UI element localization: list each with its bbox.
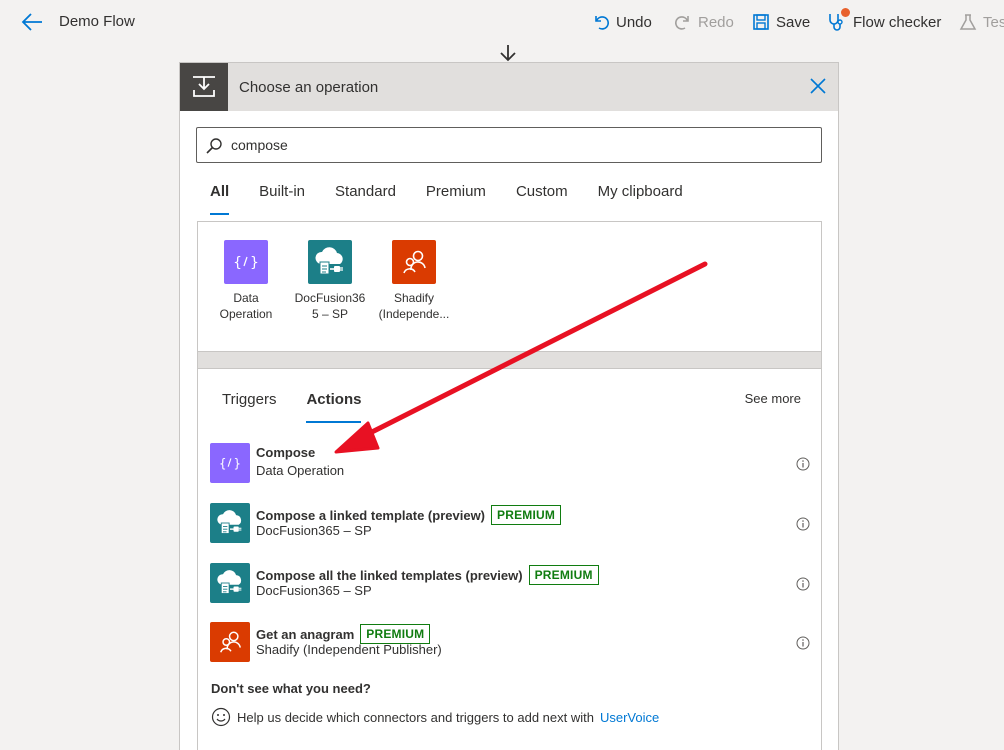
tab-premium[interactable]: Premium	[426, 183, 486, 215]
see-more-link[interactable]: See more	[745, 391, 801, 406]
undo-icon	[595, 16, 609, 30]
flask-icon	[959, 14, 977, 30]
cloud-plug-icon	[210, 503, 250, 543]
action-connector: DocFusion365 – SP	[256, 583, 372, 598]
action-name: Get an anagram	[256, 626, 355, 642]
action-item[interactable]: Compose all the linked templates (previe…	[210, 563, 810, 607]
people-icon	[210, 622, 250, 662]
data-operation-icon: { }	[224, 240, 268, 284]
cloud-plug-icon	[308, 240, 352, 284]
info-icon[interactable]	[796, 636, 810, 650]
collapse-bar[interactable]	[197, 351, 822, 369]
people-icon	[392, 240, 436, 284]
tab-triggers[interactable]: Triggers	[222, 391, 276, 423]
flow-checker-label: Flow checker	[853, 13, 942, 31]
command-bar: Demo Flow Undo Redo Save Flow checker Te…	[0, 0, 1004, 44]
connector-tabs: All Built-in Standard Premium Custom My …	[210, 183, 713, 215]
search-input[interactable]	[231, 134, 811, 156]
tab-standard[interactable]: Standard	[335, 183, 396, 215]
undo-button[interactable]: Undo	[592, 10, 652, 34]
connector-label-line1: Data	[233, 291, 259, 305]
undo-label: Undo	[616, 13, 652, 31]
connector-list: { } Data Operation DocFusion36 5 – SP Sh…	[197, 221, 822, 371]
smiley-icon	[211, 707, 231, 727]
connector-shadify[interactable]: Shadify (Independe...	[372, 240, 456, 322]
actions-section: Triggers Actions See more { } Compose Da…	[197, 369, 822, 750]
save-icon	[753, 14, 769, 30]
connector-label-line1: Shadify	[393, 291, 435, 305]
save-button[interactable]: Save	[752, 10, 810, 34]
action-connector: Shadify (Independent Publisher)	[256, 642, 442, 657]
tab-custom[interactable]: Custom	[516, 183, 568, 215]
panel-header: Choose an operation	[180, 63, 838, 111]
tab-all[interactable]: All	[210, 183, 230, 215]
help-text: Help us decide which connectors and trig…	[211, 707, 659, 727]
action-connector: Data Operation	[256, 463, 345, 478]
uservoice-link[interactable]: UserVoice	[600, 710, 659, 725]
tab-built-in[interactable]: Built-in	[259, 183, 305, 215]
help-message: Help us decide which connectors and trig…	[237, 709, 594, 725]
data-operation-icon: { }	[210, 443, 250, 483]
action-name: Compose	[256, 445, 316, 460]
action-connector: DocFusion365 – SP	[256, 523, 372, 538]
connector-label-line1: DocFusion36	[294, 291, 366, 305]
connector-data-operation[interactable]: { } Data Operation	[204, 240, 288, 322]
action-item[interactable]: { } Compose Data Operation	[210, 443, 810, 487]
test-label: Test	[983, 13, 1004, 31]
flow-title: Demo Flow	[59, 13, 135, 30]
test-button[interactable]: Test	[959, 10, 1004, 34]
connector-docfusion[interactable]: DocFusion36 5 – SP	[288, 240, 372, 322]
connector-label-line2: Operation	[219, 307, 273, 321]
arrow-down-icon	[500, 45, 516, 62]
connector-label-line2: (Independe...	[378, 307, 450, 321]
action-name: Compose a linked template (preview)	[256, 507, 486, 523]
choose-operation-panel: Choose an operation All Built-in Standar…	[179, 62, 839, 750]
redo-icon	[675, 16, 689, 30]
panel-title: Choose an operation	[239, 79, 379, 96]
help-title: Don't see what you need?	[211, 681, 371, 696]
info-icon[interactable]	[796, 577, 810, 591]
notification-dot	[841, 8, 850, 17]
redo-button[interactable]: Redo	[674, 10, 734, 34]
flow-checker-button[interactable]: Flow checker	[827, 8, 942, 34]
redo-label: Redo	[698, 13, 734, 31]
premium-badge: PREMIUM	[528, 565, 599, 585]
cloud-plug-icon	[210, 563, 250, 603]
tab-actions[interactable]: Actions	[306, 391, 362, 423]
svg-text:{ }: { }	[233, 255, 258, 271]
info-icon[interactable]	[796, 457, 810, 471]
close-icon[interactable]	[808, 76, 828, 96]
info-icon[interactable]	[796, 517, 810, 531]
save-label: Save	[776, 13, 811, 31]
action-item[interactable]: Compose a linked template (preview) PREMI…	[210, 503, 810, 547]
action-name: Compose all the linked templates (previe…	[256, 567, 523, 583]
back-arrow-icon[interactable]	[20, 11, 44, 33]
svg-text:{ }: { }	[219, 457, 241, 471]
connector-label-line2: 5 – SP	[311, 307, 349, 321]
premium-badge: PREMIUM	[360, 624, 431, 644]
action-item[interactable]: Get an anagram PREMIUM Shadify (Independe…	[210, 622, 810, 666]
premium-badge: PREMIUM	[491, 505, 562, 525]
search-box	[196, 127, 822, 163]
operation-step-icon	[180, 63, 228, 111]
tab-my-clipboard[interactable]: My clipboard	[598, 183, 683, 215]
search-icon	[206, 138, 222, 154]
trigger-action-tabs: Triggers Actions	[222, 391, 391, 423]
